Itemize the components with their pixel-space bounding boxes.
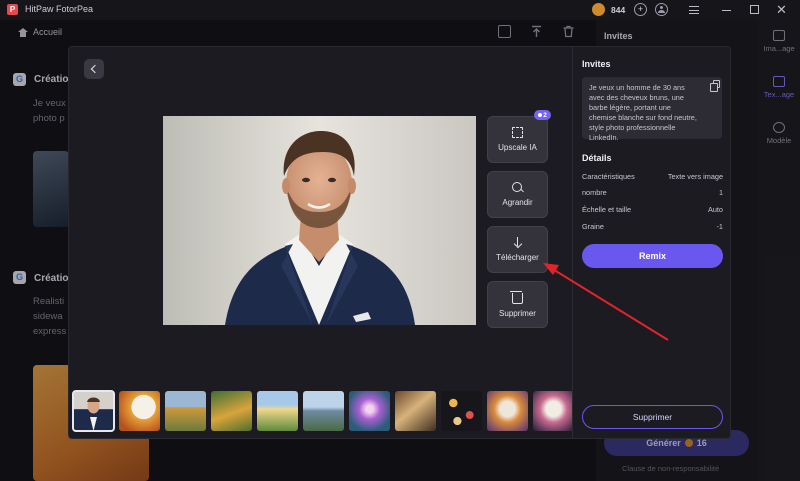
zoom-button[interactable]: Agrandir — [487, 171, 548, 218]
detail-row: Caractéristiques Texte vers image — [582, 172, 723, 181]
app-title: HitPaw FotorPea — [25, 4, 94, 14]
thumbnail-item[interactable] — [211, 391, 252, 431]
delete-button[interactable]: Supprimer — [582, 405, 723, 429]
thumbnail-item[interactable] — [441, 391, 482, 431]
upscale-icon — [512, 127, 523, 138]
thumbnail-item[interactable] — [533, 391, 574, 431]
thumbnail-item[interactable] — [303, 391, 344, 431]
thumbnail-item[interactable] — [119, 391, 160, 431]
detail-row: Graine -1 — [582, 222, 723, 231]
minimize-icon[interactable] — [722, 10, 731, 11]
maximize-icon[interactable] — [750, 5, 759, 14]
thumbnail-item[interactable] — [72, 390, 115, 432]
add-credits-icon[interactable]: + — [634, 3, 647, 16]
upscale-ai-button[interactable]: Upscale IA — [487, 116, 548, 163]
download-icon — [512, 237, 523, 248]
thumbnail-item[interactable] — [165, 391, 206, 431]
trash-icon — [510, 291, 523, 304]
thumbnail-item[interactable] — [487, 391, 528, 431]
chevron-left-icon — [90, 64, 100, 74]
app-logo-icon: P — [7, 4, 18, 15]
details-panel: Invites Je veux un homme de 30 ans avec … — [572, 47, 730, 438]
zoom-in-icon — [512, 182, 523, 193]
coin-icon — [592, 3, 605, 16]
coin-icon — [538, 113, 543, 117]
prompts-title: Invites — [582, 59, 611, 69]
close-window-icon[interactable]: ✕ — [776, 2, 787, 18]
remix-button[interactable]: Remix — [582, 244, 723, 268]
copy-icon[interactable] — [710, 80, 720, 92]
back-button[interactable] — [84, 59, 104, 79]
thumbnail-strip — [72, 390, 574, 433]
menu-icon[interactable] — [689, 6, 699, 14]
credit-count: 844 — [611, 5, 626, 15]
upscale-credit-badge: 2 — [534, 110, 551, 120]
detail-row: Échelle et taille Auto — [582, 205, 723, 214]
title-bar: P HitPaw FotorPea 844 + ✕ — [0, 0, 800, 20]
download-button[interactable]: Télécharger — [487, 226, 548, 273]
user-icon[interactable] — [655, 3, 668, 16]
image-detail-modal: Upscale IA 2 Agrandir Télécharger Suppri… — [68, 46, 731, 439]
thumbnail-item[interactable] — [257, 391, 298, 431]
thumbnail-item[interactable] — [349, 391, 390, 431]
details-title: Détails — [582, 153, 612, 163]
prompt-text: Je veux un homme de 30 ans avec des chev… — [582, 77, 722, 142]
delete-image-button[interactable]: Supprimer — [487, 281, 548, 328]
detail-row: nombre 1 — [582, 188, 723, 197]
generated-image[interactable] — [163, 116, 476, 325]
thumbnail-item[interactable] — [395, 391, 436, 431]
